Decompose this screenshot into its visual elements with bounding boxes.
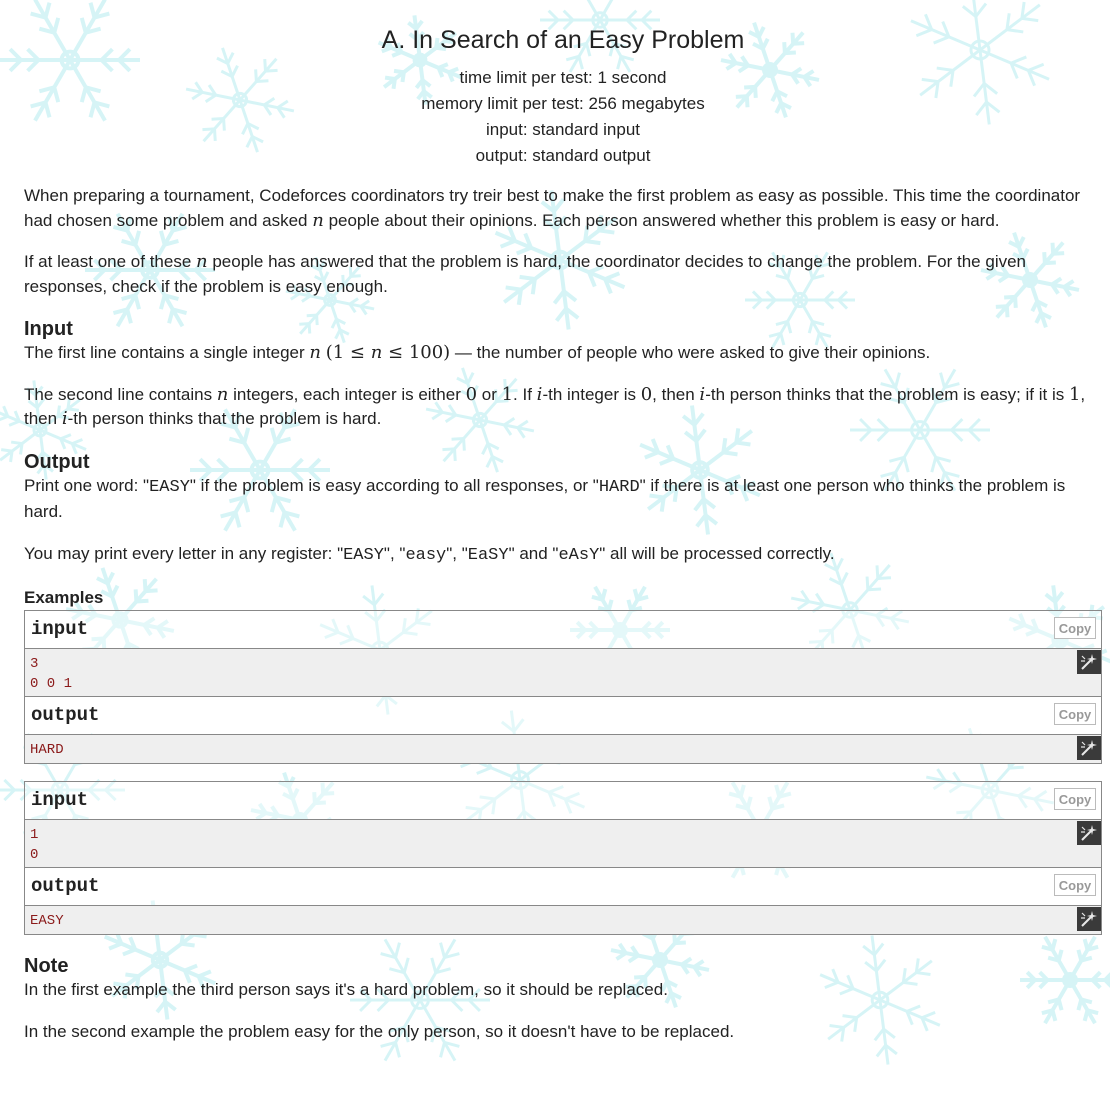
note-paragraph-1: In the first example the third person sa… (24, 980, 668, 999)
output-paragraph-2: You may print every letter in any regist… (24, 543, 835, 565)
example-line: 0 0 1 (30, 676, 73, 692)
example-1-output-header: output Copy (25, 696, 1101, 735)
note-paragraph-2: In the second example the problem easy f… (24, 1021, 735, 1041)
note-section: Note In the first example the third pers… (24, 954, 1102, 1044)
problem-header: A. In Search of an Easy Problem time lim… (24, 0, 1102, 169)
example-1: input Copy 3 0 0 1 output Copy HARD (24, 610, 1102, 764)
example-1-input: 3 0 0 1 (25, 649, 1101, 696)
output-label: output (31, 875, 100, 897)
legend: When preparing a tournament, Codeforces … (24, 184, 1102, 299)
problem-limits: time limit per test: 1 second memory lim… (24, 65, 1102, 169)
example-2: input Copy 1 0 output Copy EASY (24, 781, 1102, 935)
output-paragraph-1: Print one word: "EASY" if the problem is… (24, 475, 1066, 522)
input-label: input (31, 618, 89, 640)
sample-tests: Examples input Copy 3 0 0 1 output Copy … (24, 588, 1102, 935)
problem-statement: A. In Search of an Easy Problem time lim… (24, 0, 1102, 1044)
copy-button[interactable]: Copy (1054, 874, 1096, 896)
example-2-output: EASY (25, 906, 1101, 934)
example-line: 0 (30, 847, 39, 863)
time-limit: time limit per test: 1 second (459, 68, 667, 87)
example-line: 3 (30, 656, 39, 672)
example-2-output-header: output Copy (25, 867, 1101, 906)
example-2-input-header: input Copy (25, 782, 1101, 820)
copy-button[interactable]: Copy (1054, 788, 1096, 810)
copy-button[interactable]: Copy (1054, 703, 1096, 725)
output-file: output: standard output (475, 146, 651, 165)
input-paragraph-2: The second line contains n integers, eac… (24, 383, 1086, 430)
memory-limit: memory limit per test: 256 megabytes (421, 94, 705, 113)
problem-title: A. In Search of an Easy Problem (381, 26, 745, 54)
note-title: Note (24, 955, 69, 977)
example-1-output: HARD (25, 735, 1101, 763)
output-section-title: Output (24, 450, 90, 473)
output-label: output (31, 704, 100, 726)
input-paragraph-1: The first line contains a single integer… (24, 342, 931, 363)
example-line: EASY (30, 913, 64, 929)
wand-icon[interactable] (1077, 736, 1101, 760)
wand-icon[interactable] (1077, 821, 1101, 845)
example-line: HARD (30, 742, 64, 758)
input-section-title: Input (24, 318, 73, 340)
legend-paragraph-2: If at least one of these n people has an… (24, 251, 1026, 296)
input-file: input: standard input (485, 120, 641, 139)
wand-icon[interactable] (1077, 907, 1101, 931)
example-2-input: 1 0 (25, 820, 1101, 867)
input-specification: Input The first line contains a single i… (24, 317, 1102, 432)
example-1-input-header: input Copy (25, 611, 1101, 649)
legend-paragraph-1: When preparing a tournament, Codeforces … (24, 186, 1081, 231)
input-label: input (31, 789, 89, 811)
wand-icon[interactable] (1077, 650, 1101, 674)
example-line: 1 (30, 827, 39, 843)
copy-button[interactable]: Copy (1054, 617, 1096, 639)
output-specification: Output Print one word: "EASY" if the pro… (24, 450, 1102, 569)
examples-title: Examples (24, 588, 104, 607)
